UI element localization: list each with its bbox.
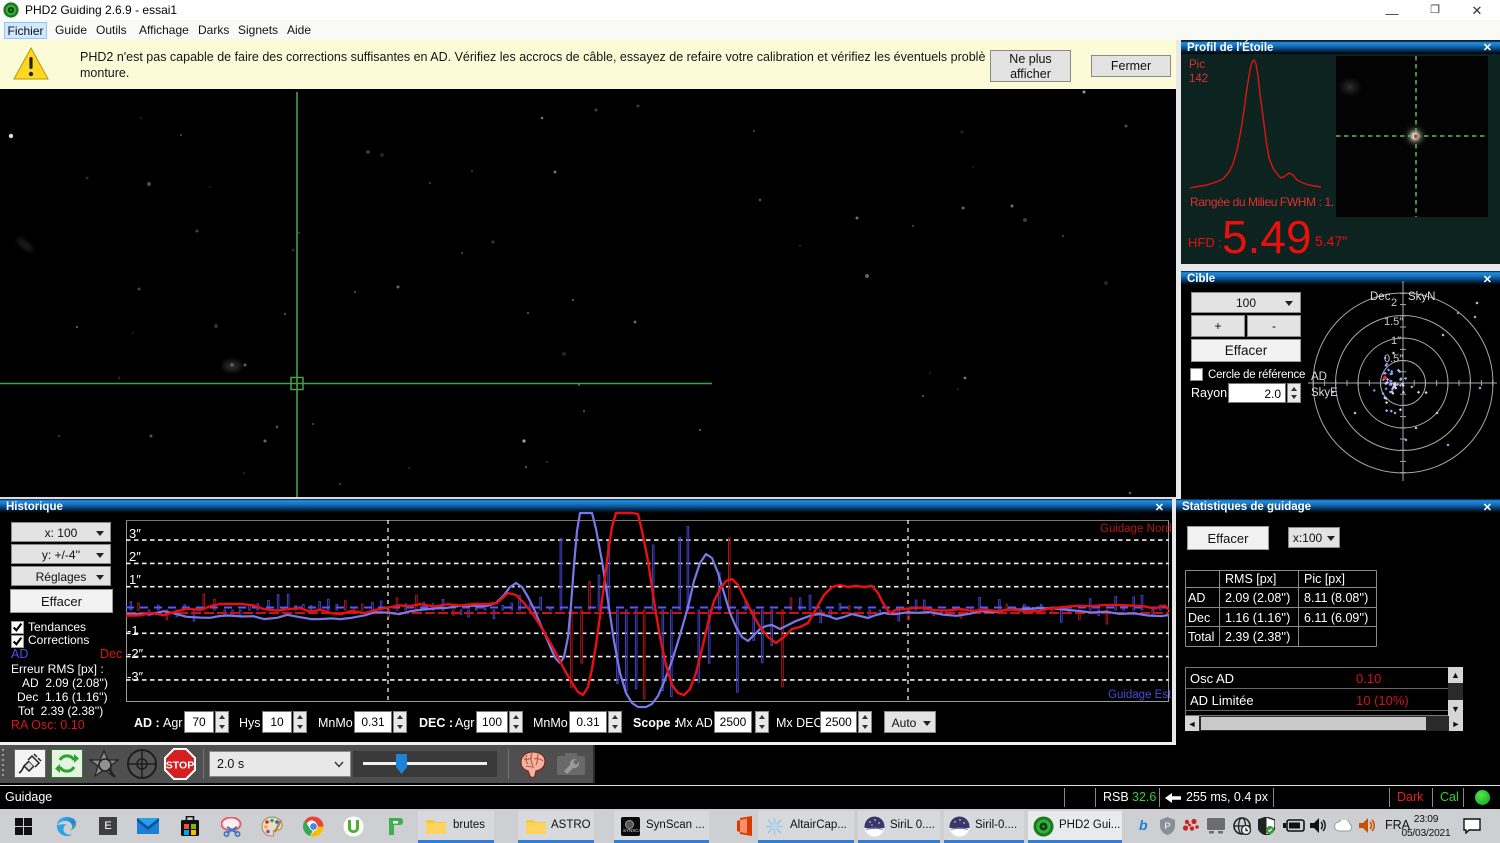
svg-text:STOP: STOP (166, 760, 194, 772)
svg-text:P: P (1164, 821, 1170, 831)
